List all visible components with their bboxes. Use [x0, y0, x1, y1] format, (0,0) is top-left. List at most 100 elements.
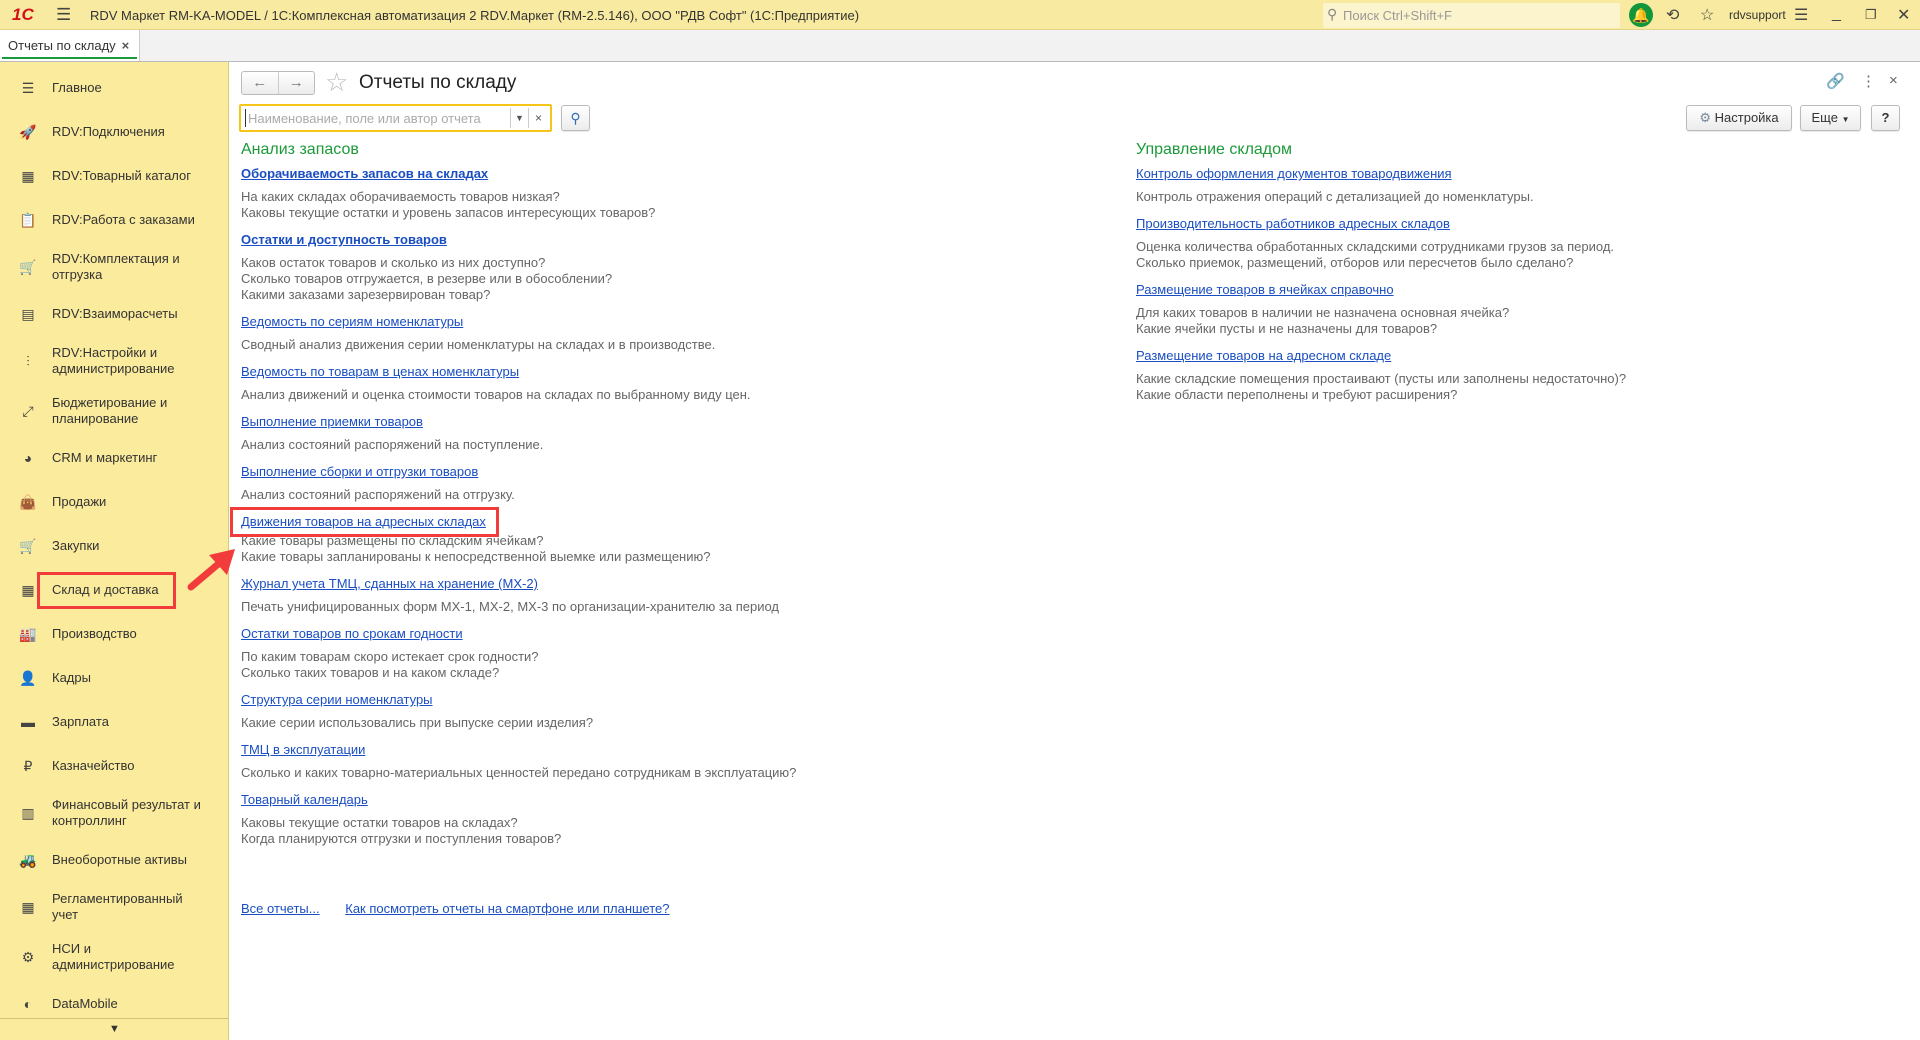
- report-link[interactable]: Остатки товаров по срокам годности: [241, 626, 463, 642]
- sidebar-item-person[interactable]: 👤 Кадры: [0, 656, 228, 700]
- sidebar-item-calculator[interactable]: ▤ RDV:Взаиморасчеты: [0, 292, 228, 336]
- favorites-star-icon[interactable]: ☆: [1700, 5, 1714, 25]
- footer-links: Все отчеты... Как посмотреть отчеты на с…: [241, 901, 692, 916]
- report-description: Печать унифицированных форм МХ-1, МХ-2, …: [241, 599, 780, 614]
- report-link[interactable]: Ведомость по сериям номенклатуры: [241, 314, 463, 330]
- report-item: Структура серии номенклатуры Какие серии …: [241, 692, 796, 731]
- sliders-icon: ⫶: [26, 353, 30, 369]
- clear-icon[interactable]: ×: [528, 108, 548, 128]
- catalog-icon: ▦: [21, 168, 35, 184]
- truck-icon: 🚜: [19, 852, 37, 868]
- report-item: Остатки товаров по срокам годности По как…: [241, 626, 796, 681]
- sidebar-item-ledger[interactable]: ▦ Регламентированный учет: [0, 882, 228, 932]
- search-button[interactable]: ⚲: [561, 105, 590, 131]
- close-form-icon[interactable]: ×: [1889, 72, 1898, 89]
- report-link[interactable]: Структура серии номенклатуры: [241, 692, 433, 708]
- settings-menu-icon[interactable]: ☰: [1794, 5, 1808, 25]
- tab-warehouse-reports[interactable]: Отчеты по складу ×: [0, 30, 140, 61]
- scroll-down-arrow-icon[interactable]: ▼: [0, 1018, 229, 1040]
- report-search-field: ▼ ×: [239, 104, 552, 132]
- sidebar-item-bar-chart[interactable]: ▥ Финансовый результат и контроллинг: [0, 788, 228, 838]
- tab-bar: Отчеты по складу ×: [0, 30, 1920, 62]
- report-item: Производительность работников адресных с…: [1136, 216, 1626, 271]
- back-arrow-icon[interactable]: ←: [242, 72, 279, 94]
- more-vertical-icon[interactable]: ⋮: [1861, 72, 1876, 90]
- sidebar-item-catalog[interactable]: ▦ RDV:Товарный каталог: [0, 154, 228, 198]
- report-link[interactable]: Остатки и доступность товаров: [241, 232, 447, 248]
- report-description: Какие области переполнены и требуют расш…: [1136, 387, 1458, 402]
- forward-arrow-icon[interactable]: →: [279, 72, 315, 94]
- report-link[interactable]: ТМЦ в эксплуатации: [241, 742, 365, 758]
- sidebar-item-orders[interactable]: 📋 RDV:Работа с заказами: [0, 198, 228, 242]
- search-icon: ⚲: [570, 110, 581, 126]
- report-description: Сколько и каких товарно-материальных цен…: [241, 765, 797, 780]
- restore-icon[interactable]: ❐: [1865, 7, 1877, 23]
- report-link[interactable]: Оборачиваемость запасов на складах: [241, 166, 488, 182]
- warehouse-icon: ▦: [21, 582, 35, 598]
- sidebar-item-ruble-coin[interactable]: ₽ Казначейство: [0, 744, 228, 788]
- search-placeholder: Поиск Ctrl+Shift+F: [1343, 8, 1452, 23]
- favorite-star-icon[interactable]: ☆: [325, 68, 348, 96]
- report-item: Оборачиваемость запасов на складах На как…: [241, 166, 796, 221]
- page-title: Отчеты по складу: [359, 72, 517, 93]
- global-search-input[interactable]: ⚲ Поиск Ctrl+Shift+F: [1323, 3, 1620, 28]
- sidebar-item-sliders[interactable]: ⫶ RDV:Настройки и администрирование: [0, 336, 228, 386]
- sidebar-item-label: Зарплата: [52, 714, 109, 729]
- sidebar-item-factory[interactable]: 🏭 Производство: [0, 612, 228, 656]
- settings-button[interactable]: ⚙ Настройка: [1686, 105, 1792, 131]
- close-tab-icon[interactable]: ×: [122, 38, 130, 53]
- report-search-input[interactable]: [245, 109, 507, 127]
- budget-chart-icon: ⤢: [22, 403, 34, 419]
- report-link[interactable]: Журнал учета ТМЦ, сданных на хранение (М…: [241, 576, 538, 592]
- report-item: Контроль оформления документов товародви…: [1136, 166, 1626, 205]
- report-link[interactable]: Товарный календарь: [241, 792, 368, 808]
- report-item: Размещение товаров в ячейках справочно Дл…: [1136, 282, 1626, 337]
- sidebar-item-card[interactable]: ▬ Зарплата: [0, 700, 228, 744]
- sidebar-item-hand-truck[interactable]: 🛒 RDV:Комплектация и отгрузка: [0, 242, 228, 292]
- report-description: Какими заказами зарезервирован товар?: [241, 287, 491, 302]
- sidebar-item-budget-chart[interactable]: ⤢ Бюджетирование и планирование: [0, 386, 228, 436]
- report-link[interactable]: Размещение товаров на адресном складе: [1136, 348, 1391, 364]
- report-description: Оценка количества обработанных складским…: [1136, 239, 1615, 254]
- history-icon[interactable]: ⟲: [1666, 5, 1679, 25]
- datamobile-logo-icon: ◐: [23, 996, 33, 1012]
- report-description: По каким товарам скоро истекает срок год…: [241, 649, 539, 664]
- close-window-icon[interactable]: ✕: [1897, 5, 1910, 25]
- more-button[interactable]: Еще ▼: [1800, 105, 1861, 131]
- report-description: Сколько таких товаров и на каком складе?: [241, 665, 500, 680]
- link-icon[interactable]: 🔗: [1826, 72, 1845, 90]
- main-menu-icon[interactable]: ☰: [56, 5, 71, 25]
- orders-icon: 📋: [19, 212, 37, 228]
- sidebar-item-truck[interactable]: 🚜 Внеоборотные активы: [0, 838, 228, 882]
- report-link[interactable]: Размещение товаров в ячейках справочно: [1136, 282, 1394, 298]
- report-description: Каковы текущие остатки и уровень запасов…: [241, 205, 656, 220]
- report-item: Ведомость по товарам в ценах номенклатур…: [241, 364, 796, 403]
- dropdown-arrow-icon[interactable]: ▼: [510, 108, 528, 128]
- search-icon: ⚲: [1327, 6, 1338, 22]
- section-title: Анализ запасов: [241, 141, 359, 158]
- sidebar-item-label: DataMobile: [52, 996, 118, 1011]
- all-reports-link[interactable]: Все отчеты...: [241, 901, 320, 916]
- user-name[interactable]: rdvsupport: [1729, 8, 1786, 22]
- report-description: Сколько приемок, размещений, отборов или…: [1136, 255, 1574, 270]
- sidebar-item-label: RDV:Взаиморасчеты: [52, 306, 178, 321]
- sidebar-item-shopping-bag[interactable]: 👜 Продажи: [0, 480, 228, 524]
- minimize-icon[interactable]: _: [1832, 5, 1841, 23]
- report-link[interactable]: Выполнение сборки и отгрузки товаров: [241, 464, 478, 480]
- pie-chart-icon: ◕: [23, 450, 33, 466]
- sidebar-item-menu[interactable]: ☰ Главное: [0, 66, 228, 110]
- report-link[interactable]: Выполнение приемки товаров: [241, 414, 423, 430]
- rocket-icon: 🚀: [19, 124, 37, 140]
- menu-icon: ☰: [21, 80, 35, 96]
- report-link[interactable]: Ведомость по товарам в ценах номенклатур…: [241, 364, 519, 380]
- sidebar-item-pie-chart[interactable]: ◕ CRM и маркетинг: [0, 436, 228, 480]
- highlight-box-sidebar: [37, 572, 176, 609]
- section-title: Управление складом: [1136, 141, 1293, 158]
- notifications-bell-icon[interactable]: 🔔: [1629, 3, 1653, 27]
- sidebar-item-gear[interactable]: ⚙ НСИ и администрирование: [0, 932, 228, 982]
- mobile-reports-help-link[interactable]: Как посмотреть отчеты на смартфоне или п…: [345, 901, 669, 916]
- sidebar-item-rocket[interactable]: 🚀 RDV:Подключения: [0, 110, 228, 154]
- report-link[interactable]: Контроль оформления документов товародви…: [1136, 166, 1452, 182]
- report-link[interactable]: Производительность работников адресных с…: [1136, 216, 1450, 232]
- help-button[interactable]: ?: [1871, 105, 1900, 131]
